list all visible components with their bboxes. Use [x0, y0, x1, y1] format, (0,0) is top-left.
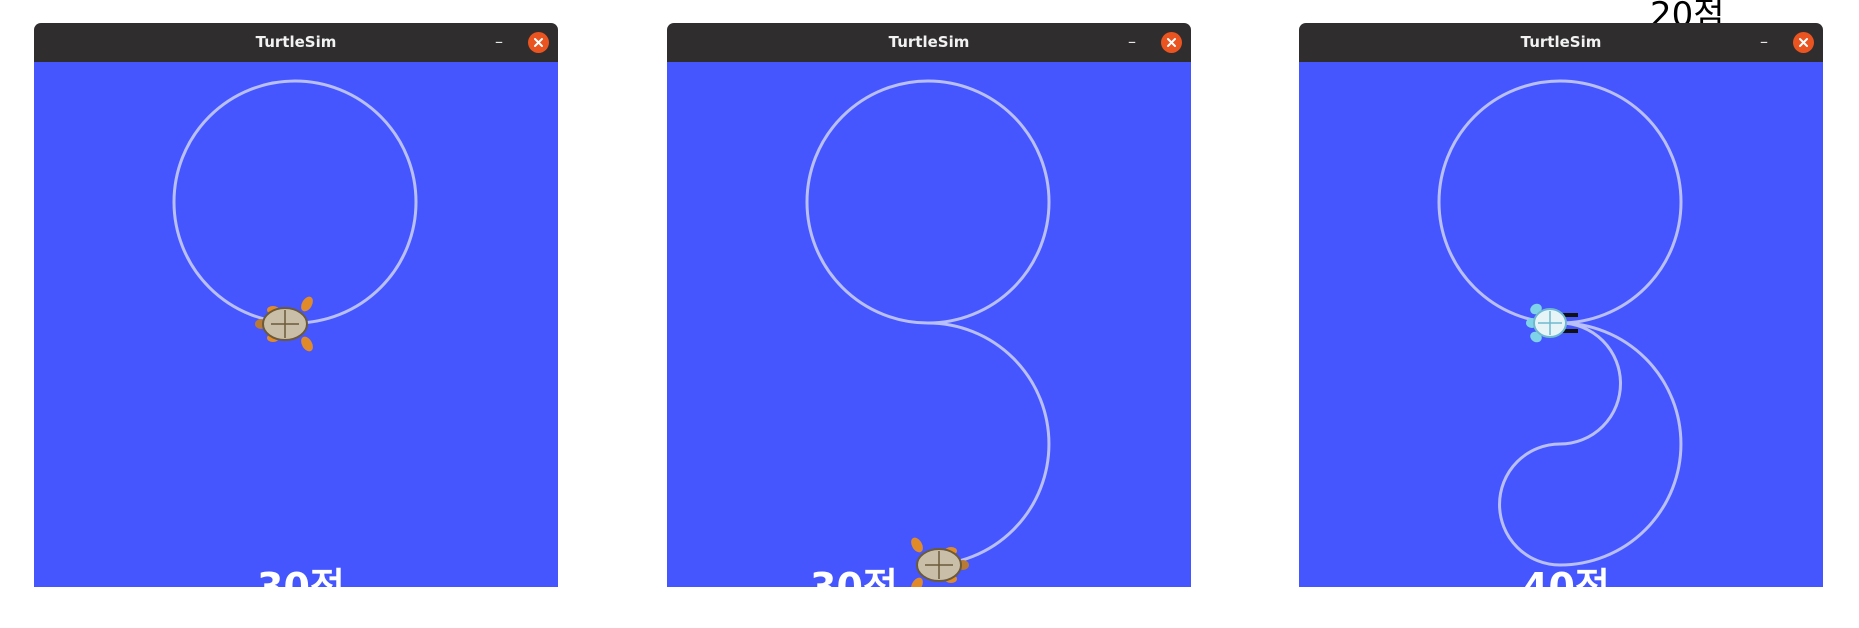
title-bar[interactable]: TurtleSim –: [34, 23, 558, 62]
window-title: TurtleSim: [1520, 33, 1602, 51]
window-title: TurtleSim: [255, 33, 337, 51]
close-button[interactable]: [1161, 32, 1182, 53]
minimize-button[interactable]: –: [1753, 30, 1775, 54]
score-label: 30점: [810, 565, 898, 587]
close-icon: [534, 38, 543, 47]
close-button[interactable]: [528, 32, 549, 53]
close-icon: [1799, 38, 1808, 47]
minimize-button[interactable]: –: [1121, 30, 1143, 54]
turtle-canvas[interactable]: 30점: [34, 62, 558, 587]
turtlesim-window-3: TurtleSim – 40점: [1299, 23, 1823, 587]
score-label: 30점: [257, 565, 345, 587]
minimize-button[interactable]: –: [488, 30, 510, 54]
turtlesim-window-1: TurtleSim – 30점: [34, 23, 558, 587]
window-title: TurtleSim: [888, 33, 970, 51]
score-label: 40점: [1522, 565, 1610, 587]
title-bar[interactable]: TurtleSim –: [667, 23, 1191, 62]
title-bar[interactable]: TurtleSim –: [1299, 23, 1823, 62]
close-icon: [1167, 38, 1176, 47]
turtlesim-window-2: TurtleSim – 30점: [667, 23, 1191, 587]
turtle-canvas[interactable]: 30점: [667, 62, 1191, 587]
turtle-canvas[interactable]: 40점: [1299, 62, 1823, 587]
close-button[interactable]: [1793, 32, 1814, 53]
